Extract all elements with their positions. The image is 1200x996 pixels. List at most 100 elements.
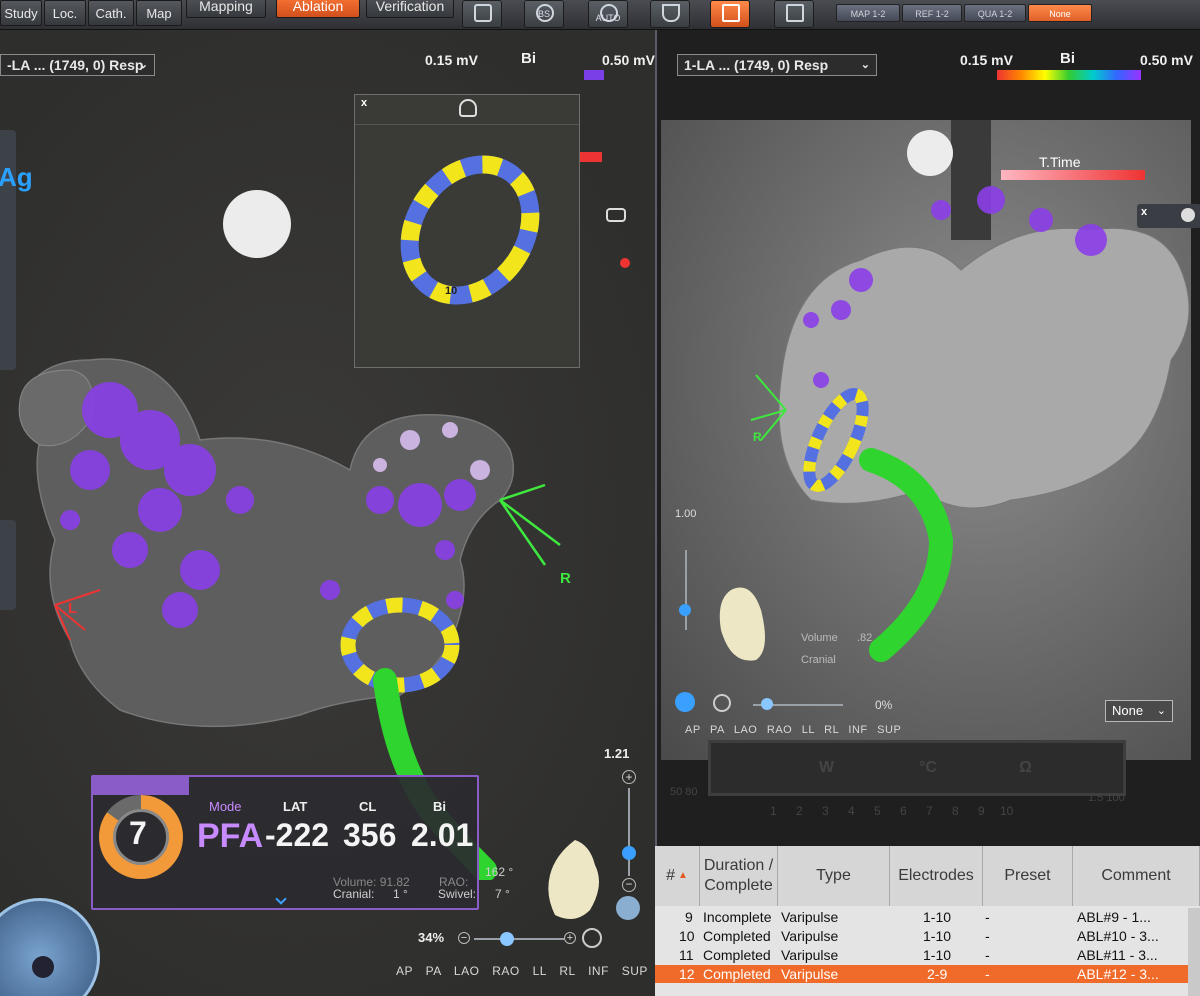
- col-electrodes[interactable]: Electrodes: [890, 846, 983, 906]
- auto-label: AUTO: [595, 13, 621, 23]
- map-tools-icon[interactable]: [462, 0, 502, 28]
- h-zoom-out-button[interactable]: −: [458, 932, 470, 944]
- row-preset: -: [985, 966, 990, 982]
- right-view-buttons[interactable]: AP PA LAO RAO LL RL INF SUP: [685, 724, 901, 736]
- left-map-select[interactable]: -LA ... (1749, 0) Resp ⌄: [0, 54, 155, 76]
- left-zoom-track[interactable]: [628, 788, 630, 876]
- phase-ablation[interactable]: Ablation: [276, 0, 360, 18]
- orientation-label-left: L: [68, 600, 78, 617]
- tab-map[interactable]: Map: [136, 0, 182, 26]
- orientation-arrow-right: [498, 483, 561, 566]
- col-comment[interactable]: Comment: [1073, 846, 1200, 906]
- right-zoom-value: 1.00: [675, 508, 697, 520]
- row-preset: -: [985, 947, 990, 963]
- right-scale-max: 0.50 mV: [1140, 52, 1193, 68]
- right-zoom-track[interactable]: [685, 550, 687, 630]
- right-volume-label: Volume: [801, 632, 838, 644]
- ablation-tool-icon[interactable]: [710, 0, 750, 28]
- view-reset-icon[interactable]: [582, 928, 602, 948]
- col-type-label: Type: [816, 867, 851, 884]
- row-status: Incomplete: [703, 909, 772, 925]
- right-overlay-select[interactable]: None ⌄: [1105, 700, 1173, 722]
- col-preset[interactable]: Preset: [983, 846, 1073, 906]
- right-reset-button[interactable]: [675, 692, 695, 712]
- navigation-wheel[interactable]: [0, 898, 100, 996]
- nav-center-button[interactable]: [32, 956, 54, 978]
- col-number[interactable]: # ▲: [655, 846, 700, 906]
- row-status: Completed: [703, 966, 771, 982]
- progress-ring: 7: [99, 795, 183, 879]
- chevron-down-icon: ⌄: [860, 59, 870, 71]
- row-comment: ABL#9 - 1...: [1077, 909, 1151, 925]
- h-zoom-handle[interactable]: [500, 932, 514, 946]
- right-h-zoom-handle[interactable]: [761, 698, 773, 710]
- electrode-num: 8: [952, 804, 959, 818]
- right-close-button[interactable]: x: [1141, 206, 1147, 218]
- bs-icon[interactable]: BS: [524, 0, 564, 28]
- grid-dots-icon[interactable]: [598, 250, 638, 278]
- row-electrodes: 2-9: [927, 966, 948, 982]
- right-zoom-handle[interactable]: [679, 604, 691, 616]
- h-zoom-in-button[interactable]: +: [564, 932, 576, 944]
- auto-icon[interactable]: AUTO: [588, 0, 628, 28]
- row-type: Varipulse: [781, 909, 839, 925]
- orientation-heart-icon[interactable]: [540, 835, 610, 925]
- row-comment: ABL#10 - 3...: [1077, 928, 1159, 944]
- swivel-value: 7 °: [495, 887, 510, 901]
- table-row[interactable]: 11 Completed Varipulse 1-10 - ABL#11 - 3…: [655, 946, 1200, 964]
- layer-toggle-icon[interactable]: [596, 202, 636, 230]
- col-duration[interactable]: Duration / Complete: [700, 846, 778, 906]
- zoom-in-button[interactable]: +: [622, 770, 636, 784]
- left-scale-max: 0.50 mV: [602, 52, 655, 68]
- table-row[interactable]: 9 Incomplete Varipulse 1-10 - ABL#9 - 1.…: [655, 908, 1200, 926]
- chevron-down-icon: ⌄: [138, 59, 148, 71]
- eye-icon[interactable]: [459, 99, 477, 117]
- h-zoom-track[interactable]: [474, 938, 564, 940]
- left-zoom-handle[interactable]: [622, 846, 636, 860]
- right-layer-toggle[interactable]: x: [1137, 204, 1200, 228]
- info-icon[interactable]: [1181, 208, 1195, 222]
- row-preset: -: [985, 928, 990, 944]
- left-view-buttons[interactable]: AP PA LAO RAO LL RL INF SUP: [396, 964, 648, 978]
- bi-value: 2.01: [411, 817, 474, 853]
- card-expand-icon[interactable]: [275, 893, 287, 905]
- table-row-selected[interactable]: 12 Completed Varipulse 2-9 - ABL#12 - 3.…: [655, 965, 1200, 983]
- none-tab[interactable]: None: [1028, 4, 1092, 22]
- lat-label: LAT: [283, 799, 308, 814]
- left-zoom-value: 1.21: [604, 746, 630, 761]
- tab-catheter[interactable]: Cath.: [88, 0, 134, 26]
- left-scale-min: 0.15 mV: [425, 52, 478, 68]
- ref-1-2-tab[interactable]: REF 1-2: [902, 4, 962, 22]
- map-1-2-tab[interactable]: MAP 1-2: [836, 4, 900, 22]
- rao-value: 162 °: [485, 865, 514, 879]
- catheter-inset-view[interactable]: x 10: [354, 94, 580, 368]
- right-map-select[interactable]: 1-LA ... (1749, 0) Resp ⌄: [677, 54, 877, 76]
- mode-value: PFA: [197, 817, 264, 855]
- phase-verification[interactable]: Verification: [366, 0, 454, 18]
- right-view-reset-icon[interactable]: [713, 694, 731, 712]
- electrode-num: 1: [770, 804, 777, 818]
- graph-left-scale: 50 80: [670, 786, 698, 798]
- phase-mapping[interactable]: Mapping: [186, 0, 266, 18]
- electrode-num: 9: [978, 804, 985, 818]
- face-orientation-icon[interactable]: [907, 130, 953, 176]
- inset-catheter-ring: [400, 155, 540, 305]
- export-icon[interactable]: [774, 0, 814, 28]
- qua-1-2-tab[interactable]: QUA 1-2: [964, 4, 1026, 22]
- zoom-out-button[interactable]: −: [622, 878, 636, 892]
- inset-close-button[interactable]: x: [361, 97, 367, 109]
- table-scrollbar[interactable]: [1188, 908, 1200, 996]
- reset-view-button[interactable]: [616, 896, 640, 920]
- col-type[interactable]: Type: [778, 846, 890, 906]
- table-row[interactable]: 10 Completed Varipulse 1-10 - ABL#10 - 3…: [655, 927, 1200, 945]
- bs-label: BS: [537, 9, 550, 19]
- top-toolbar: Study Loc. Cath. Map Mapping Ablation Ve…: [0, 0, 1200, 30]
- right-scale-type: Bi: [1060, 50, 1075, 67]
- left-map-select-value: -LA ... (1749, 0) Resp: [7, 57, 144, 73]
- tab-location[interactable]: Loc.: [44, 0, 86, 26]
- flask-icon[interactable]: [650, 0, 690, 28]
- ttime-bar: [1001, 170, 1145, 180]
- light-source-icon[interactable]: [223, 190, 291, 258]
- tab-study[interactable]: Study: [0, 0, 42, 26]
- left-map-view[interactable]: -LA ... (1749, 0) Resp ⌄ 0.15 mV Bi 0.50…: [0, 30, 655, 996]
